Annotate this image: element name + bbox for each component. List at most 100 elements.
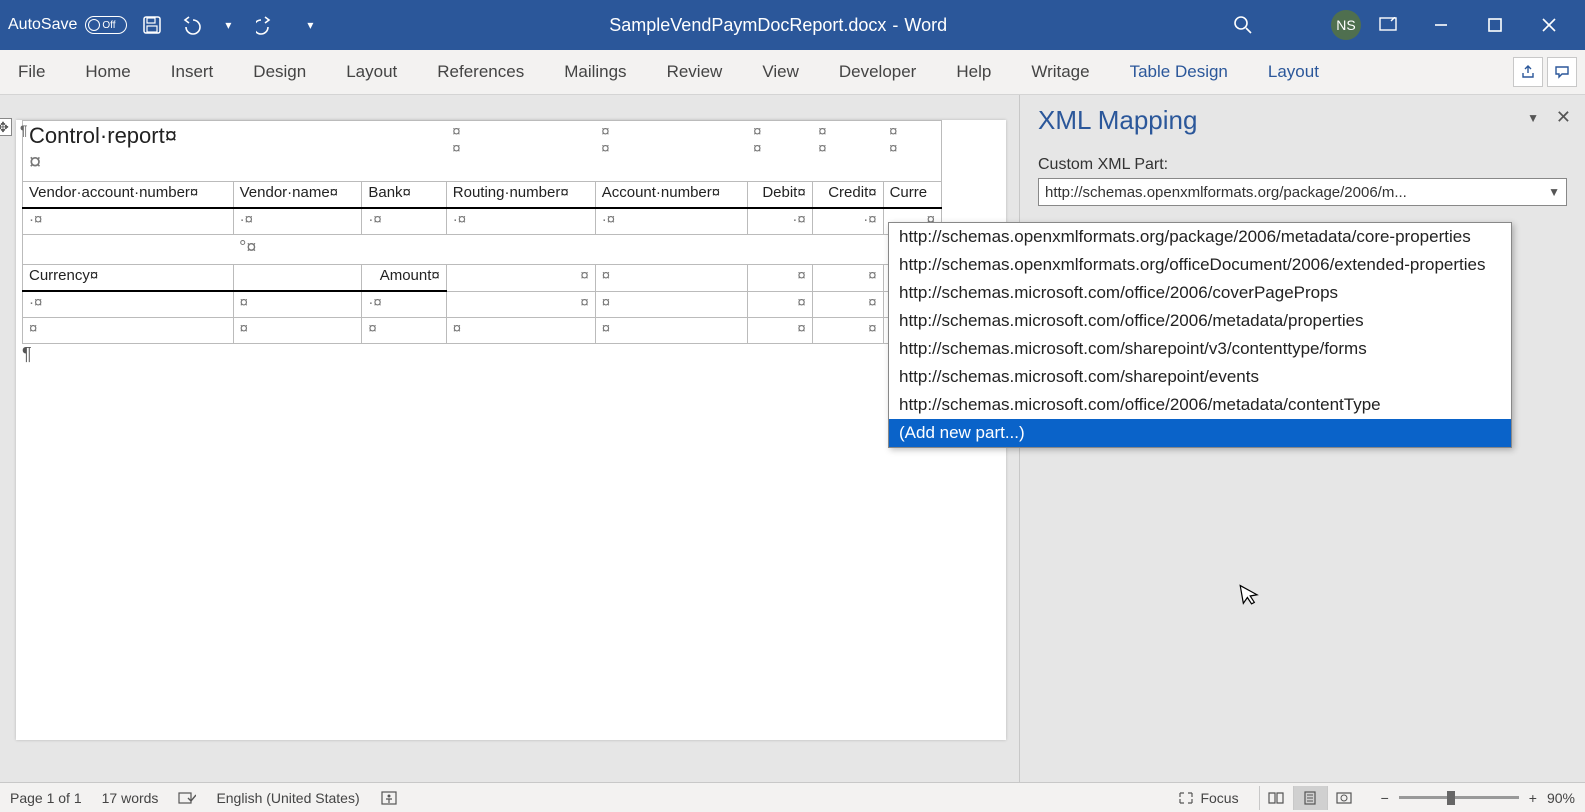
share-icon[interactable] bbox=[1513, 57, 1543, 87]
tab-table-layout[interactable]: Layout bbox=[1268, 62, 1319, 82]
cell-mark: ¤ bbox=[29, 320, 37, 337]
tab-insert[interactable]: Insert bbox=[171, 62, 214, 82]
zoom-knob-icon[interactable] bbox=[1447, 791, 1455, 805]
zoom-value[interactable]: 90% bbox=[1547, 790, 1575, 806]
table-move-handle-icon[interactable]: ✥ bbox=[0, 118, 12, 136]
document-page: ✥ ¶ Control·report¤ ¤ ¤¤ ¤¤ ¤¤ ¤¤ ¤¤ bbox=[16, 120, 1006, 740]
zoom-controls: − + 90% bbox=[1381, 790, 1575, 806]
cell-mark: ¤ bbox=[602, 294, 610, 311]
tab-file[interactable]: File bbox=[18, 62, 45, 82]
window-title: SampleVendPaymDocReport.docx - Word bbox=[323, 15, 1233, 36]
col-credit: Credit¤ bbox=[812, 182, 883, 209]
tab-help[interactable]: Help bbox=[956, 62, 991, 82]
tab-view[interactable]: View bbox=[762, 62, 799, 82]
col-vendor-name: Vendor·name¤ bbox=[233, 182, 362, 209]
col-currency-cut: Curre bbox=[883, 182, 941, 209]
search-icon[interactable] bbox=[1233, 15, 1253, 35]
app-name: Word bbox=[904, 15, 947, 36]
print-layout-icon[interactable] bbox=[1293, 786, 1327, 810]
tab-table-design[interactable]: Table Design bbox=[1130, 62, 1228, 82]
undo-dropdown-icon[interactable]: ▾ bbox=[215, 12, 241, 38]
dropdown-option[interactable]: http://schemas.openxmlformats.org/packag… bbox=[889, 223, 1511, 251]
user-initials: NS bbox=[1336, 17, 1355, 33]
ribbon-display-options-icon[interactable] bbox=[1379, 17, 1415, 33]
cell-mark: ¤ bbox=[580, 267, 588, 284]
zoom-slider[interactable] bbox=[1399, 796, 1519, 799]
autosave-switch[interactable]: Off bbox=[85, 16, 127, 34]
cell-mark: ¤ bbox=[602, 267, 610, 284]
cell-mark: ¤ bbox=[797, 267, 805, 284]
spellcheck-icon[interactable] bbox=[178, 790, 196, 806]
cell-mark: ¤ bbox=[753, 123, 761, 140]
ribbon-right-controls bbox=[1513, 57, 1577, 87]
ribbon-tabs: File Home Insert Design Layout Reference… bbox=[0, 50, 1585, 95]
read-mode-icon[interactable] bbox=[1259, 786, 1293, 810]
cell-mark: ¤ bbox=[868, 320, 876, 337]
col-currency: Currency¤ bbox=[23, 265, 234, 292]
cell-mark: ¤ bbox=[452, 140, 460, 157]
comments-icon[interactable] bbox=[1547, 57, 1577, 87]
status-words[interactable]: 17 words bbox=[102, 790, 159, 806]
dropdown-option[interactable]: http://schemas.microsoft.com/sharepoint/… bbox=[889, 335, 1511, 363]
minimize-icon[interactable] bbox=[1433, 17, 1469, 33]
cell-mark: ¤ bbox=[818, 123, 826, 140]
dropdown-option[interactable]: http://schemas.openxmlformats.org/office… bbox=[889, 251, 1511, 279]
report-title: Control·report¤ bbox=[29, 123, 177, 148]
zoom-out-button[interactable]: − bbox=[1381, 790, 1389, 806]
cell-mark: ¤ bbox=[580, 294, 588, 311]
focus-label: Focus bbox=[1200, 790, 1238, 806]
cell-mark: ¤ bbox=[601, 140, 609, 157]
cell-mark: ¤ bbox=[453, 320, 461, 337]
web-layout-icon[interactable] bbox=[1327, 786, 1361, 810]
status-bar: Page 1 of 1 17 words English (United Sta… bbox=[0, 782, 1585, 812]
tab-layout[interactable]: Layout bbox=[346, 62, 397, 82]
save-icon[interactable] bbox=[139, 12, 165, 38]
dropdown-option[interactable]: http://schemas.microsoft.com/sharepoint/… bbox=[889, 363, 1511, 391]
tab-home[interactable]: Home bbox=[85, 62, 130, 82]
cell-mark: ·¤ bbox=[29, 211, 42, 228]
dropdown-option[interactable]: http://schemas.microsoft.com/office/2006… bbox=[889, 279, 1511, 307]
pane-title: XML Mapping bbox=[1038, 105, 1567, 136]
close-icon[interactable] bbox=[1541, 17, 1577, 33]
dropdown-option[interactable]: http://schemas.microsoft.com/office/2006… bbox=[889, 307, 1511, 335]
tab-mailings[interactable]: Mailings bbox=[564, 62, 626, 82]
tab-references[interactable]: References bbox=[437, 62, 524, 82]
focus-mode-button[interactable]: Focus bbox=[1178, 790, 1238, 806]
title-bar: AutoSave Off ▾ ▾ SampleVendPaymDocReport… bbox=[0, 0, 1585, 50]
dropdown-option-add-new[interactable]: (Add new part...) bbox=[889, 419, 1511, 447]
cell-mark: ·¤ bbox=[453, 211, 466, 228]
cell-mark: ¤ bbox=[240, 294, 248, 311]
focus-icon bbox=[1178, 791, 1194, 805]
cell-mark: ·¤ bbox=[602, 211, 615, 228]
cell-mark: ·¤ bbox=[29, 294, 42, 311]
cell-mark: ¤ bbox=[797, 320, 805, 337]
undo-icon[interactable] bbox=[177, 12, 203, 38]
pane-close-icon[interactable]: ✕ bbox=[1556, 107, 1571, 128]
redo-icon[interactable] bbox=[253, 12, 279, 38]
cell-mark: ·¤ bbox=[368, 211, 381, 228]
cell-mark: ¤ bbox=[368, 320, 376, 337]
pilcrow-icon: ¶ bbox=[20, 122, 28, 138]
status-page[interactable]: Page 1 of 1 bbox=[10, 790, 82, 806]
autosave-label: AutoSave bbox=[8, 16, 77, 34]
autosave-toggle[interactable]: AutoSave Off bbox=[8, 16, 127, 34]
customize-qat-icon[interactable]: ▾ bbox=[297, 12, 323, 38]
custom-xml-part-dropdown[interactable]: http://schemas.openxmlformats.org/packag… bbox=[888, 222, 1512, 448]
accessibility-icon[interactable] bbox=[380, 790, 398, 806]
tab-developer[interactable]: Developer bbox=[839, 62, 917, 82]
zoom-in-button[interactable]: + bbox=[1529, 790, 1537, 806]
chevron-down-icon: ▼ bbox=[1548, 185, 1560, 199]
maximize-icon[interactable] bbox=[1487, 17, 1523, 33]
document-table[interactable]: Control·report¤ ¤ ¤¤ ¤¤ ¤¤ ¤¤ ¤¤ Vendor·… bbox=[22, 120, 942, 344]
dropdown-option[interactable]: http://schemas.microsoft.com/office/2006… bbox=[889, 391, 1511, 419]
tab-writage[interactable]: Writage bbox=[1031, 62, 1089, 82]
cell-mark: ¤ bbox=[452, 123, 460, 140]
pane-options-icon[interactable]: ▼ bbox=[1527, 111, 1539, 125]
status-language[interactable]: English (United States) bbox=[216, 790, 359, 806]
custom-xml-part-combo[interactable]: http://schemas.openxmlformats.org/packag… bbox=[1038, 178, 1567, 206]
tab-design[interactable]: Design bbox=[253, 62, 306, 82]
document-area[interactable]: ✥ ¶ Control·report¤ ¤ ¤¤ ¤¤ ¤¤ ¤¤ ¤¤ bbox=[0, 95, 1020, 782]
tab-review[interactable]: Review bbox=[667, 62, 723, 82]
col-debit: Debit¤ bbox=[747, 182, 812, 209]
user-avatar[interactable]: NS bbox=[1331, 10, 1361, 40]
